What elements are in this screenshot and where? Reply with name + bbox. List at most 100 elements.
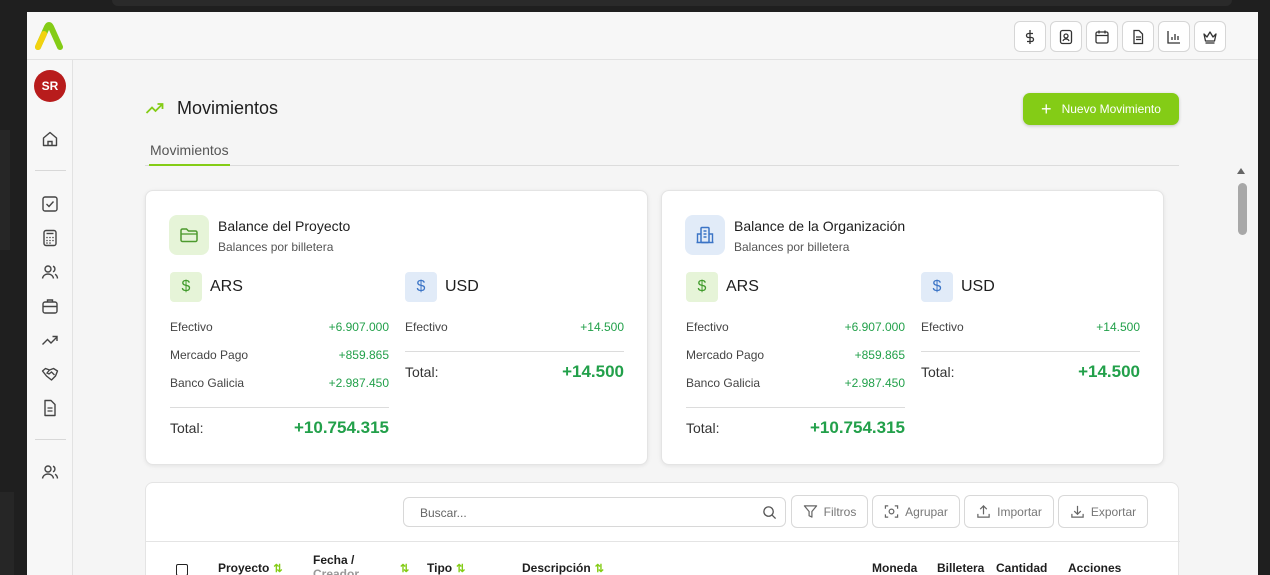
- filters-label: Filtros: [823, 504, 857, 519]
- total-label: Total:: [170, 420, 204, 436]
- export-label: Exportar: [1090, 504, 1137, 519]
- briefcase-icon[interactable]: [40, 296, 60, 316]
- trending-icon[interactable]: [40, 330, 60, 350]
- total-label: Total:: [405, 364, 439, 380]
- avatar[interactable]: SR: [34, 70, 66, 102]
- ars-currency-header: $ ARS: [170, 272, 243, 302]
- group-button[interactable]: Agrupar: [872, 495, 960, 528]
- wallet-row: Mercado Pago +859.865: [170, 348, 389, 362]
- total-value: +10.754.315: [809, 418, 905, 437]
- dollar-icon: $: [686, 272, 718, 302]
- wallet-amount: +859.865: [338, 348, 389, 362]
- search-icon: [763, 506, 777, 520]
- column-header-wallet[interactable]: Billetera: [937, 561, 984, 575]
- wallet-name: Mercado Pago: [170, 348, 249, 362]
- wallet-amount: +859.865: [854, 348, 905, 362]
- search-placeholder: Buscar...: [420, 506, 467, 520]
- sort-icon[interactable]: ⇅: [400, 563, 409, 575]
- calendar-icon[interactable]: [1086, 21, 1118, 52]
- wallet-name: Efectivo: [686, 320, 729, 334]
- column-label: Tipo: [427, 561, 453, 575]
- wallet-amount: +6.907.000: [844, 320, 905, 334]
- wallet-amount: +14.500: [580, 320, 624, 334]
- team-icon[interactable]: [40, 462, 60, 482]
- scroll-up-arrow-icon[interactable]: [1237, 168, 1245, 174]
- column-header-type[interactable]: Tipo ⇅: [427, 561, 465, 575]
- usd-currency-header: $ USD: [405, 272, 479, 302]
- total-value: +10.754.315: [293, 418, 389, 437]
- currency-label: USD: [445, 278, 479, 295]
- card-title: Balance de la Organización: [734, 218, 906, 234]
- contact-icon[interactable]: [1050, 21, 1082, 52]
- app-window: SR Movimientos + Nuevo Movimiento Movimi…: [27, 12, 1258, 575]
- column-header-amount[interactable]: Cantidad: [996, 561, 1047, 575]
- total-label: Total:: [921, 364, 955, 380]
- sort-icon[interactable]: ⇅: [273, 563, 282, 575]
- usd-total: Total: +14.500: [405, 362, 624, 382]
- total-value: +14.500: [1078, 362, 1140, 381]
- sidebar-divider: [35, 439, 66, 440]
- divider: [405, 351, 624, 352]
- export-button[interactable]: Exportar: [1058, 495, 1148, 528]
- dollar-icon: $: [405, 272, 437, 302]
- wallet-amount: +2.987.450: [844, 376, 905, 390]
- table-header-divider: [146, 541, 1180, 542]
- report-icon[interactable]: [40, 398, 60, 418]
- scrollbar-thumb[interactable]: [1238, 183, 1247, 235]
- address-bar[interactable]: [112, 0, 1232, 6]
- import-label: Importar: [997, 504, 1042, 519]
- search-input[interactable]: Buscar...: [403, 497, 786, 527]
- organization-balance-card: Balance de la Organización Balances por …: [661, 190, 1164, 465]
- sort-icon[interactable]: ⇅: [456, 563, 465, 575]
- filters-button[interactable]: Filtros: [791, 495, 868, 528]
- crown-icon[interactable]: [1194, 21, 1226, 52]
- tab-bar: Movimientos: [145, 140, 1179, 166]
- column-header-currency[interactable]: Moneda: [872, 561, 917, 575]
- divider: [686, 407, 905, 408]
- home-icon[interactable]: [40, 129, 60, 149]
- checklist-icon[interactable]: [40, 194, 60, 214]
- group-label: Agrupar: [905, 504, 948, 519]
- card-subtitle: Balances por billetera: [218, 240, 334, 254]
- upload-icon: [977, 505, 990, 518]
- usd-total: Total: +14.500: [921, 362, 1140, 382]
- select-all-checkbox[interactable]: [176, 564, 188, 575]
- wallet-amount: +6.907.000: [328, 320, 389, 334]
- import-button[interactable]: Importar: [964, 495, 1054, 528]
- plus-icon: +: [1041, 99, 1052, 119]
- app-logo[interactable]: [34, 22, 64, 50]
- users-icon[interactable]: [40, 262, 60, 282]
- column-header-description[interactable]: Descripción ⇅: [522, 561, 604, 575]
- os-left-panel: [0, 12, 27, 575]
- currency-label: USD: [961, 278, 995, 295]
- wallet-name: Efectivo: [405, 320, 448, 334]
- movements-table: Buscar... Filtros Agrupar Importar Expor…: [145, 482, 1180, 575]
- top-bar: [27, 12, 1258, 60]
- document-icon[interactable]: [1122, 21, 1154, 52]
- wallet-amount: +2.987.450: [328, 376, 389, 390]
- project-balance-card: Balance del Proyecto Balances por billet…: [145, 190, 648, 465]
- date-sort[interactable]: ⇅: [396, 561, 409, 575]
- column-header-project[interactable]: Proyecto ⇅: [218, 561, 283, 575]
- chart-icon[interactable]: [1158, 21, 1190, 52]
- building-icon: [685, 215, 725, 255]
- wallet-row: Efectivo +14.500: [405, 320, 624, 334]
- sort-icon[interactable]: ⇅: [595, 563, 604, 575]
- tab-movimientos[interactable]: Movimientos: [149, 142, 230, 166]
- wallet-row: Banco Galicia +2.987.450: [686, 376, 905, 390]
- dollar-icon[interactable]: [1014, 21, 1046, 52]
- download-icon: [1071, 505, 1084, 518]
- dollar-icon: $: [921, 272, 953, 302]
- handshake-icon[interactable]: [40, 364, 60, 384]
- wallet-row: Efectivo +6.907.000: [686, 320, 905, 334]
- top-icon-group: [1014, 21, 1226, 52]
- column-label-line2: Creador: [313, 567, 360, 575]
- new-movement-button[interactable]: + Nuevo Movimiento: [1023, 93, 1179, 125]
- os-right-panel: [1258, 12, 1270, 575]
- column-label: Descripción: [522, 561, 591, 575]
- calculator-icon[interactable]: [40, 228, 60, 248]
- browser-chrome: [0, 0, 1270, 12]
- column-header-actions: Acciones: [1068, 561, 1122, 575]
- page-title: Movimientos: [177, 98, 279, 118]
- column-header-date[interactable]: Fecha / Creador: [313, 553, 359, 575]
